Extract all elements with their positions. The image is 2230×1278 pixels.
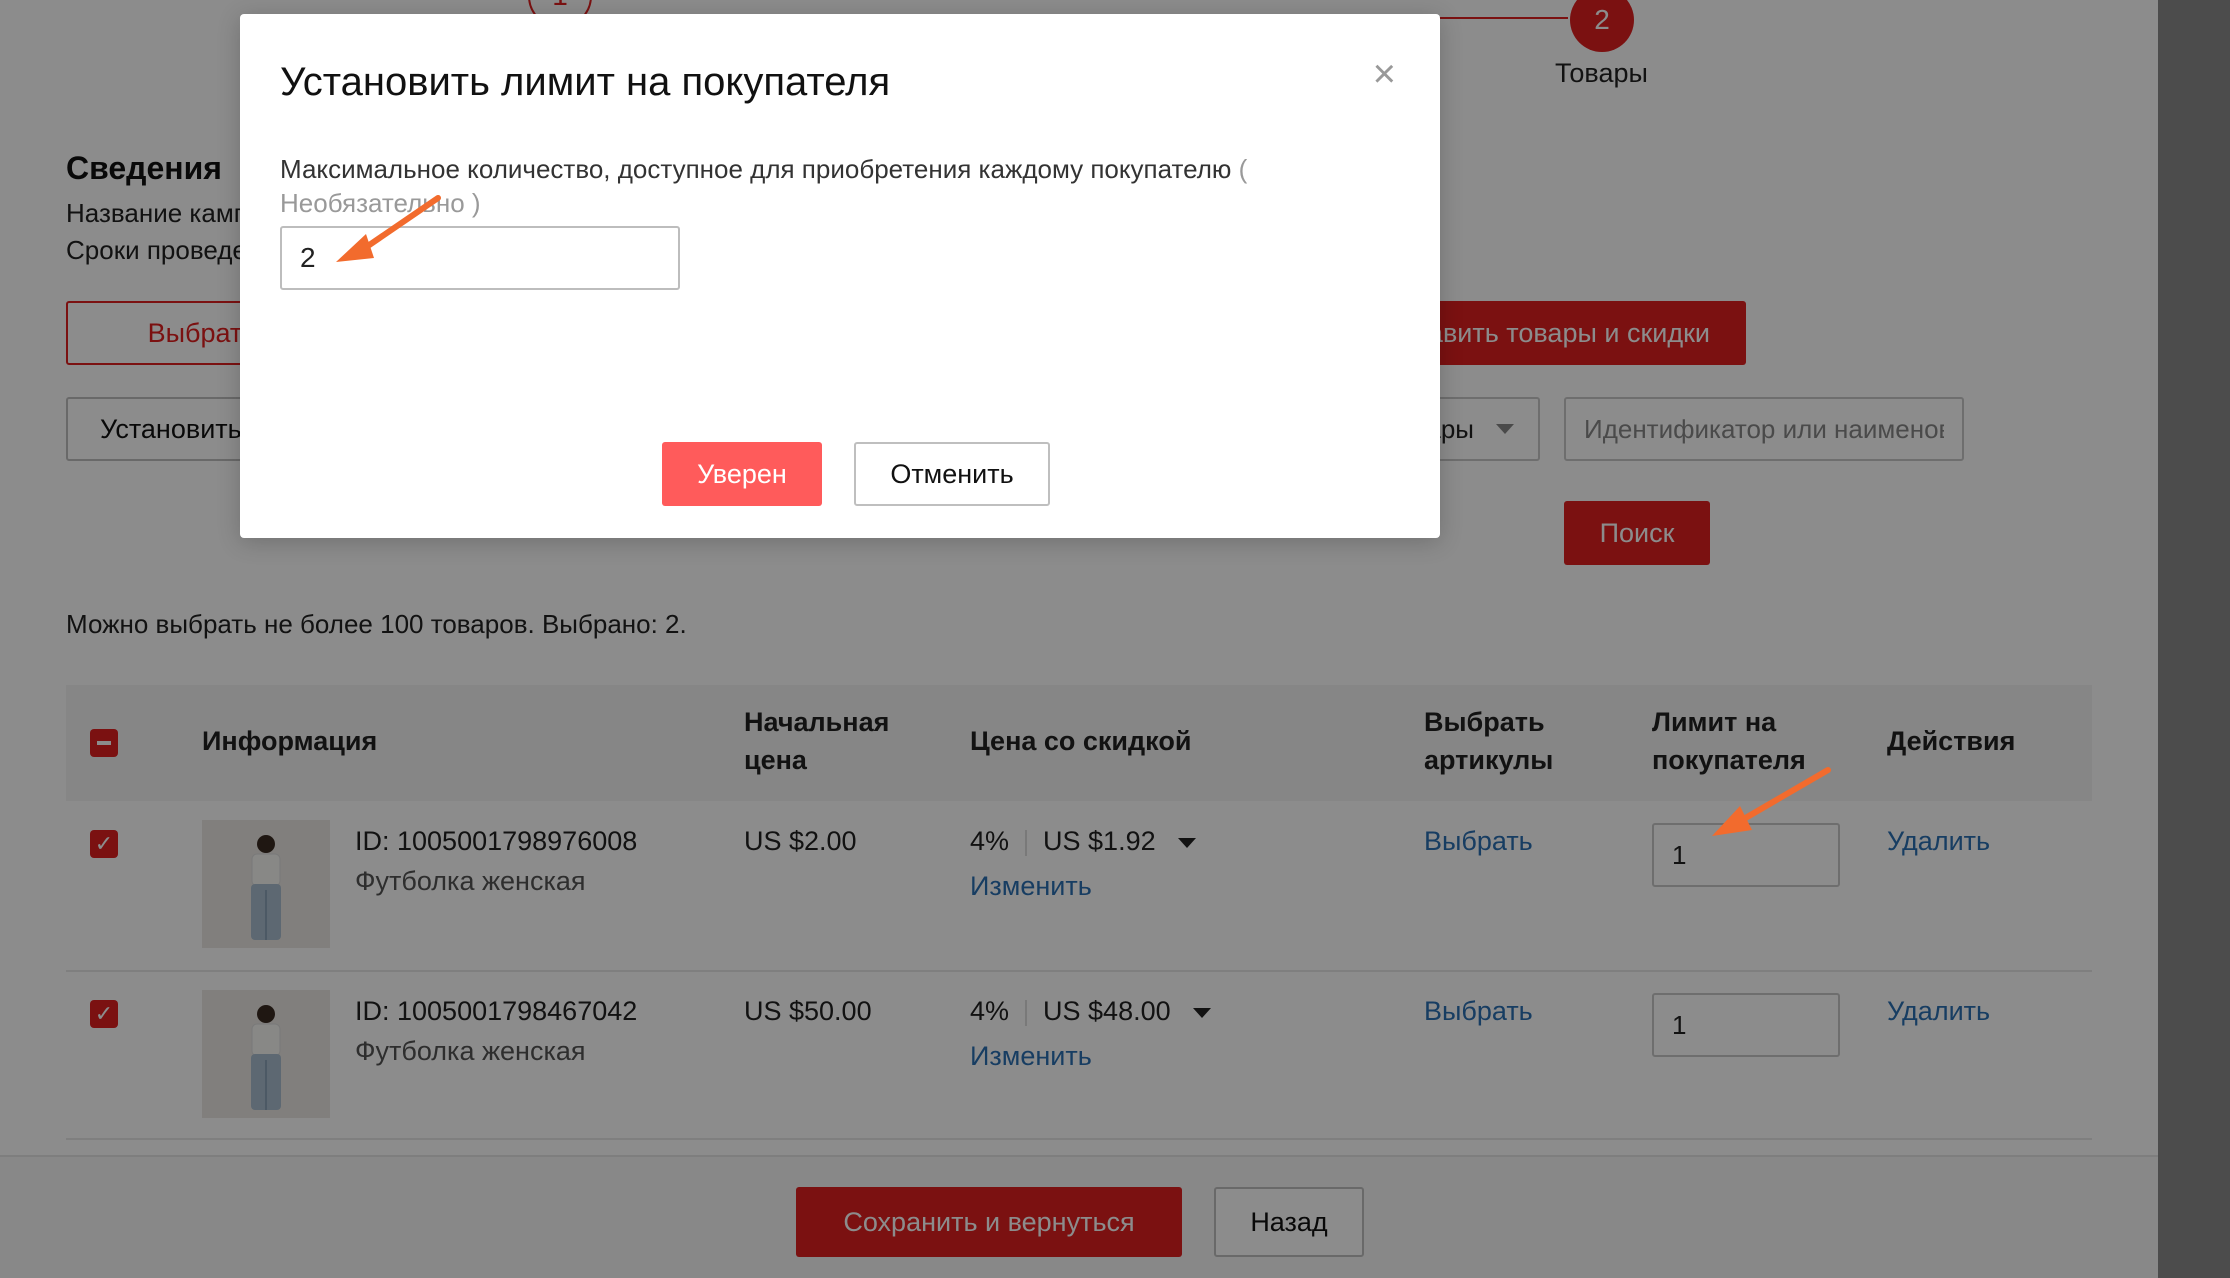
max-quantity-input[interactable] — [280, 226, 680, 290]
modal-title: Установить лимит на покупателя — [280, 60, 891, 104]
set-limit-modal: Установить лимит на покупателя × Максима… — [240, 14, 1440, 538]
confirm-button[interactable]: Уверен — [662, 442, 822, 506]
limit-field-label: Максимальное количество, доступное для п… — [280, 152, 1380, 220]
cancel-button[interactable]: Отменить — [854, 442, 1050, 506]
close-icon[interactable]: × — [1373, 54, 1396, 94]
limit-field-label-text: Максимальное количество, доступное для п… — [280, 154, 1232, 184]
